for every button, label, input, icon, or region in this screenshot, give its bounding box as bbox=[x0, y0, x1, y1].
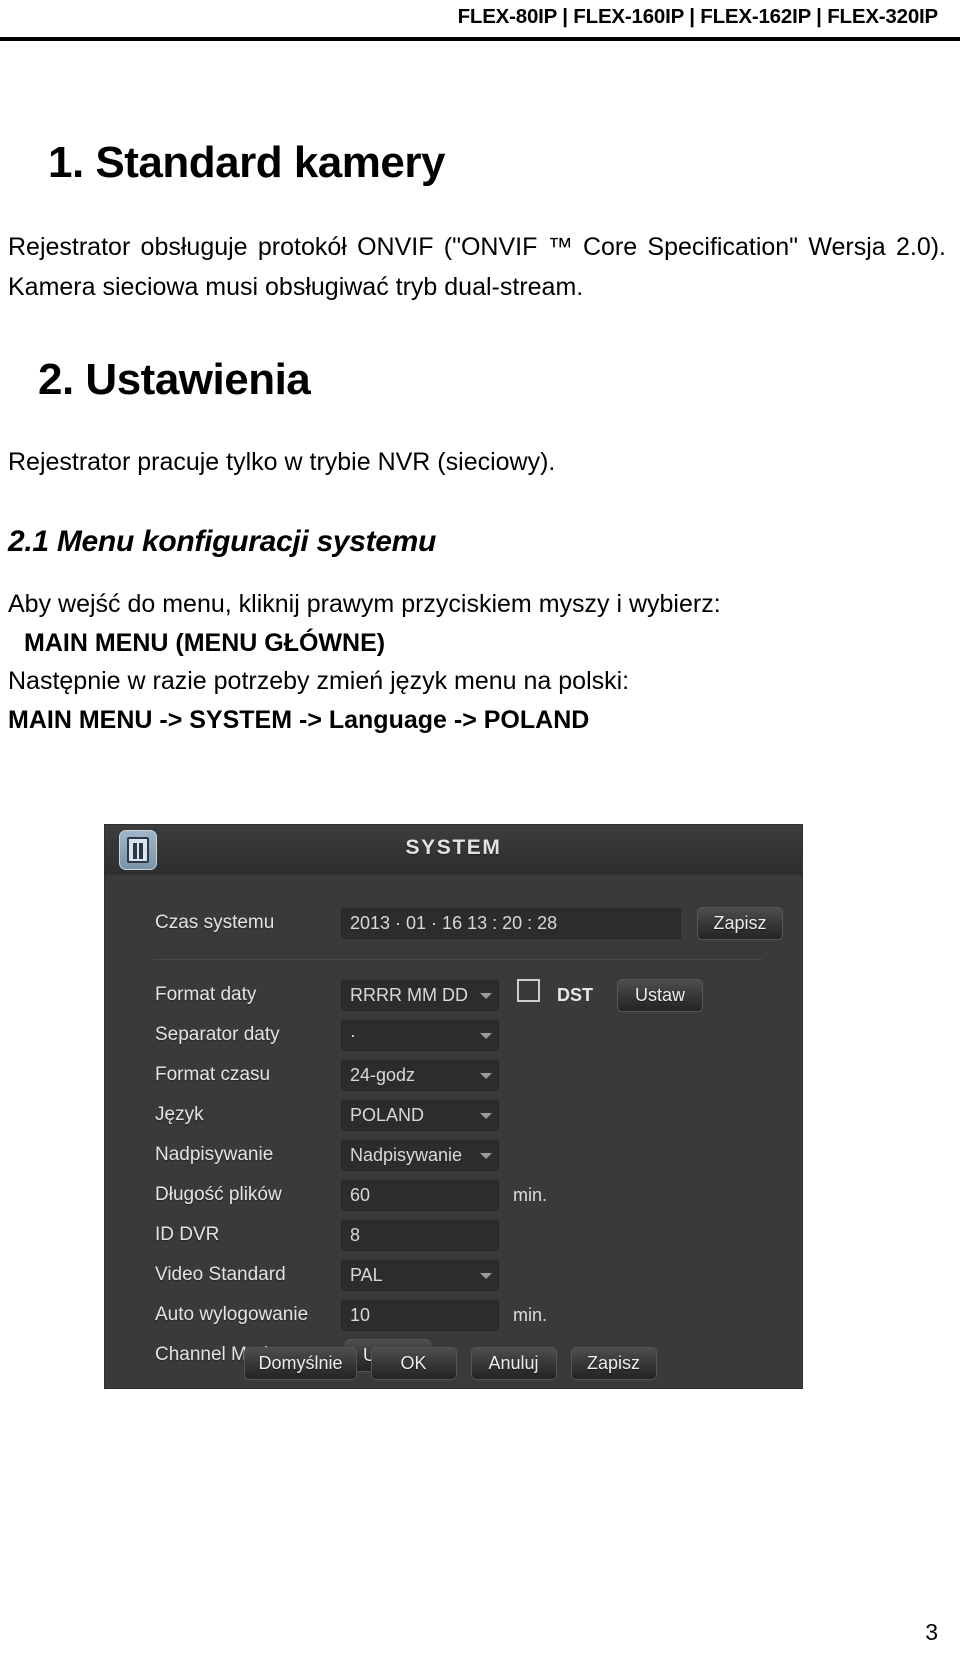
select-date-separator[interactable]: · bbox=[341, 1019, 499, 1051]
label-date-format: Format daty bbox=[155, 984, 257, 1005]
select-date-format-value: RRRR MM DD bbox=[350, 984, 468, 1005]
chevron-down-icon bbox=[480, 1153, 492, 1159]
save-button[interactable]: Zapisz bbox=[570, 1347, 657, 1380]
instruction-main-menu: MAIN MENU (MENU GŁÓWNE) bbox=[24, 628, 386, 657]
label-file-length: Długość plików bbox=[155, 1184, 282, 1205]
select-date-format[interactable]: RRRR MM DD bbox=[341, 979, 499, 1011]
label-dvr-id: ID DVR bbox=[155, 1224, 220, 1245]
select-language[interactable]: POLAND bbox=[341, 1099, 499, 1131]
instruction-change-language: Następnie w razie potrzeby zmień język m… bbox=[8, 667, 630, 696]
row-time-format: Format czasu 24-godz bbox=[105, 1055, 802, 1095]
page-number: 3 bbox=[925, 1619, 938, 1645]
heading-standard-kamery: 1. Standard kamery bbox=[48, 138, 445, 187]
input-auto-logout[interactable]: 10 bbox=[341, 1299, 499, 1331]
form-divider bbox=[153, 959, 762, 960]
select-time-format[interactable]: 24-godz bbox=[341, 1059, 499, 1091]
input-dvr-id[interactable]: 8 bbox=[341, 1219, 499, 1251]
select-video-standard-value: PAL bbox=[350, 1264, 383, 1285]
chevron-down-icon bbox=[480, 1033, 492, 1039]
heading-ustawienia: 2. Ustawienia bbox=[38, 355, 311, 405]
field-system-time[interactable]: 2013 · 01 · 16 13 : 20 : 28 bbox=[341, 907, 681, 939]
row-video-standard: Video Standard PAL bbox=[105, 1255, 802, 1295]
row-system-time: Czas systemu 2013 · 01 · 16 13 : 20 : 28… bbox=[105, 903, 802, 943]
chevron-down-icon bbox=[480, 1113, 492, 1119]
row-language: Język POLAND bbox=[105, 1095, 802, 1135]
heading-menu-konfiguracji: 2.1 Menu konfiguracji systemu bbox=[8, 524, 437, 558]
row-date-format: Format daty RRRR MM DD DST Ustaw bbox=[105, 975, 802, 1015]
row-file-length: Długość plików 60 min. bbox=[105, 1175, 802, 1215]
label-dst: DST bbox=[557, 984, 593, 1005]
unit-file-length: min. bbox=[513, 1184, 548, 1205]
chevron-down-icon bbox=[480, 993, 492, 999]
select-overwrite-value: Nadpisywanie bbox=[350, 1144, 463, 1165]
instruction-open-menu: Aby wejść do menu, kliknij prawym przyci… bbox=[8, 589, 721, 618]
unit-auto-logout: min. bbox=[513, 1304, 548, 1325]
paragraph-nvr-mode: Rejestrator pracuje tylko w trybie NVR (… bbox=[8, 448, 556, 477]
row-auto-logout: Auto wylogowanie 10 min. bbox=[105, 1295, 802, 1335]
chevron-down-icon bbox=[480, 1273, 492, 1279]
input-file-length[interactable]: 60 bbox=[341, 1179, 499, 1211]
cancel-button[interactable]: Anuluj bbox=[470, 1347, 557, 1380]
select-date-separator-value: · bbox=[350, 1024, 356, 1045]
dst-checkbox[interactable] bbox=[517, 979, 540, 1002]
save-time-button[interactable]: Zapisz bbox=[697, 906, 783, 940]
select-time-format-value: 24-godz bbox=[350, 1064, 416, 1085]
instruction-language-path: MAIN MENU -> SYSTEM -> Language -> POLAN… bbox=[8, 706, 590, 735]
select-overwrite[interactable]: Nadpisywanie bbox=[341, 1139, 499, 1171]
dvr-title: SYSTEM bbox=[405, 836, 502, 859]
label-time-format: Format czasu bbox=[155, 1064, 271, 1085]
label-video-standard: Video Standard bbox=[155, 1264, 286, 1285]
row-dvr-id: ID DVR 8 bbox=[105, 1215, 802, 1255]
label-system-time: Czas systemu bbox=[155, 912, 275, 933]
chevron-down-icon bbox=[480, 1073, 492, 1079]
header-model-list: FLEX-80IP | FLEX-160IP | FLEX-162IP | FL… bbox=[457, 5, 939, 28]
row-date-separator: Separator daty · bbox=[105, 1015, 802, 1055]
label-date-separator: Separator daty bbox=[155, 1024, 280, 1045]
header-divider bbox=[0, 37, 960, 41]
defaults-button[interactable]: Domyślnie bbox=[244, 1347, 357, 1380]
dvr-form: Czas systemu 2013 · 01 · 16 13 : 20 : 28… bbox=[105, 875, 802, 1388]
label-overwrite: Nadpisywanie bbox=[155, 1144, 274, 1165]
dst-setup-button[interactable]: Ustaw bbox=[617, 978, 703, 1012]
document-body: 1. Standard kamery Rejestrator obsługuje… bbox=[0, 138, 960, 740]
select-language-value: POLAND bbox=[350, 1104, 425, 1125]
row-overwrite: Nadpisywanie Nadpisywanie bbox=[105, 1135, 802, 1175]
select-video-standard[interactable]: PAL bbox=[341, 1259, 499, 1291]
dvr-system-screenshot: SYSTEM Czas systemu 2013 · 01 · 16 13 : … bbox=[105, 825, 802, 1388]
running-header: FLEX-80IP | FLEX-160IP | FLEX-162IP | FL… bbox=[0, 0, 960, 30]
label-auto-logout: Auto wylogowanie bbox=[155, 1304, 309, 1325]
dvr-footer-buttons: Domyślnie OK Anuluj Zapisz bbox=[105, 1347, 802, 1380]
ok-button[interactable]: OK bbox=[370, 1347, 457, 1380]
label-language: Język bbox=[155, 1104, 204, 1125]
dvr-titlebar: SYSTEM bbox=[105, 825, 802, 875]
paragraph-onvif: Rejestrator obsługuje protokół ONVIF ("O… bbox=[8, 233, 946, 301]
